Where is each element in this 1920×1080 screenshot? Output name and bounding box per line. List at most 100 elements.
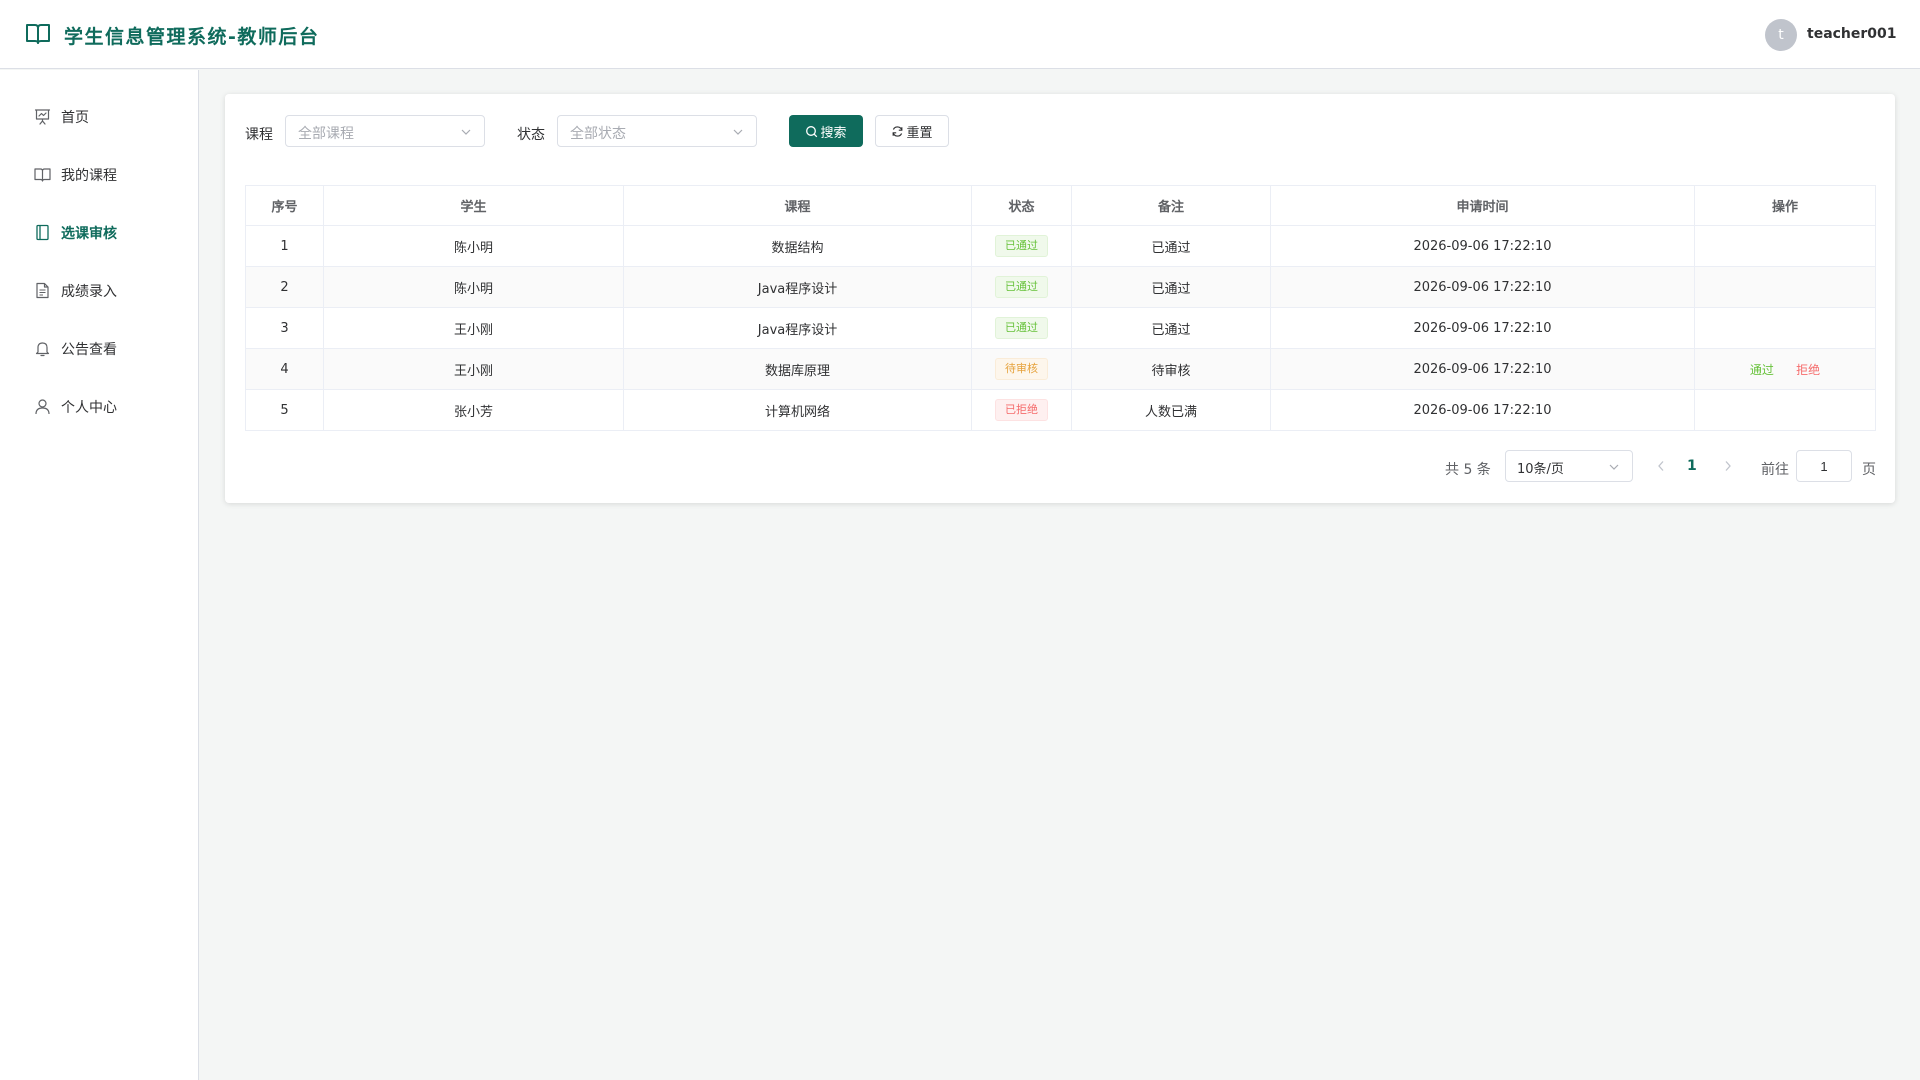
- page-size-value: 10条/页: [1517, 462, 1564, 477]
- refresh-icon: [893, 125, 903, 137]
- approve-link[interactable]: 通过: [1750, 363, 1774, 377]
- cell-status: 已通过: [971, 225, 1072, 267]
- book-icon: [34, 168, 51, 182]
- cell-remark: 已通过: [1071, 307, 1271, 349]
- presentation-icon: [34, 109, 51, 125]
- column-header: 申请时间: [1270, 185, 1695, 226]
- cell-student: 陈小明: [323, 225, 624, 267]
- course-select-placeholder: 全部课程: [298, 126, 354, 142]
- cell-index: 5: [245, 389, 324, 431]
- search-button-label: 搜索: [820, 125, 847, 141]
- cell-status: 已拒绝: [971, 389, 1072, 431]
- username[interactable]: teacher001: [1807, 26, 1897, 42]
- pagination-current-page[interactable]: 1: [1687, 458, 1697, 474]
- sidebar-item-label: 成绩录入: [61, 284, 117, 300]
- open-book-icon: [26, 24, 50, 44]
- status-select[interactable]: 全部状态: [557, 115, 757, 147]
- cell-index: 2: [245, 266, 324, 308]
- sidebar-item-profile[interactable]: 个人中心: [0, 377, 199, 435]
- chevron-left-icon[interactable]: [1656, 460, 1666, 472]
- cell-student: 王小刚: [323, 348, 624, 390]
- course-filter-label: 课程: [245, 127, 273, 143]
- table-row: 2 陈小明 Java程序设计 已通过 已通过 2026-09-06 17:22:…: [245, 266, 1876, 308]
- status-badge: 待审核: [995, 358, 1048, 380]
- chevron-down-icon: [733, 129, 743, 135]
- user-icon: [35, 399, 50, 415]
- cell-actions: [1694, 307, 1876, 349]
- pagination-goto-label: 前往: [1761, 462, 1789, 478]
- reject-link[interactable]: 拒绝: [1796, 363, 1820, 377]
- cell-index: 4: [245, 348, 324, 390]
- cell-student: 王小刚: [323, 307, 624, 349]
- document-icon: [36, 282, 49, 299]
- notebook-icon: [36, 224, 49, 241]
- sidebar-item-home[interactable]: 首页: [0, 87, 199, 145]
- search-button[interactable]: 搜索: [789, 115, 863, 147]
- chevron-down-icon: [1609, 464, 1619, 470]
- status-filter-label: 状态: [517, 127, 545, 143]
- status-badge: 已拒绝: [995, 399, 1048, 421]
- sidebar-item-label: 我的课程: [61, 168, 117, 184]
- chevron-down-icon: [461, 129, 471, 135]
- cell-student: 张小芳: [323, 389, 624, 431]
- pagination-total: 共 5 条: [1445, 462, 1491, 478]
- reset-button-label: 重置: [906, 125, 933, 141]
- cell-course: 数据结构: [623, 225, 972, 267]
- cell-remark: 已通过: [1071, 266, 1271, 308]
- main-card: 课程 全部课程 状态 全部状态 搜索 重置 序号 学生 课程 状态 备注 申请时…: [225, 94, 1895, 503]
- sidebar-item-label: 选课审核: [61, 226, 117, 242]
- cell-index: 1: [245, 225, 324, 267]
- table-row: 5 张小芳 计算机网络 已拒绝 人数已满 2026-09-06 17:22:10: [245, 389, 1876, 431]
- cell-time: 2026-09-06 17:22:10: [1270, 348, 1695, 390]
- cell-actions: [1694, 225, 1876, 267]
- avatar[interactable]: t: [1765, 19, 1797, 51]
- enrollment-table: 序号 学生 课程 状态 备注 申请时间 操作 1 陈小明 数据结构 已通过 已通…: [245, 185, 1876, 431]
- cell-actions: [1694, 389, 1876, 431]
- cell-time: 2026-09-06 17:22:10: [1270, 389, 1695, 431]
- table-header-row: 序号 学生 课程 状态 备注 申请时间 操作: [245, 185, 1876, 226]
- page-size-select[interactable]: 10条/页: [1505, 450, 1633, 482]
- cell-remark: 已通过: [1071, 225, 1271, 267]
- pagination-goto-input[interactable]: [1796, 450, 1852, 482]
- cell-status: 待审核: [971, 348, 1072, 390]
- sidebar-item-label: 公告查看: [61, 342, 117, 358]
- sidebar-item-announcements[interactable]: 公告查看: [0, 319, 199, 377]
- column-header: 备注: [1071, 185, 1271, 226]
- bell-icon: [35, 342, 50, 357]
- cell-remark: 待审核: [1071, 348, 1271, 390]
- app-title: 学生信息管理系统-教师后台: [64, 26, 320, 48]
- table-row: 1 陈小明 数据结构 已通过 已通过 2026-09-06 17:22:10: [245, 225, 1876, 267]
- sidebar-item-label: 个人中心: [61, 400, 117, 416]
- chevron-right-icon[interactable]: [1723, 460, 1733, 472]
- top-header: 学生信息管理系统-教师后台 t teacher001: [0, 0, 1920, 69]
- cell-actions: 通过 拒绝: [1694, 348, 1876, 390]
- sidebar-item-grade-entry[interactable]: 成绩录入: [0, 261, 199, 319]
- cell-status: 已通过: [971, 307, 1072, 349]
- table-row: 4 王小刚 数据库原理 待审核 待审核 2026-09-06 17:22:10 …: [245, 348, 1876, 390]
- sidebar-item-enrollment-review[interactable]: 选课审核: [0, 203, 199, 261]
- status-badge: 已通过: [995, 235, 1048, 257]
- cell-index: 3: [245, 307, 324, 349]
- cell-time: 2026-09-06 17:22:10: [1270, 307, 1695, 349]
- cell-course: Java程序设计: [623, 266, 972, 308]
- sidebar: 首页 我的课程 选课审核 成绩录入 公告查看 个人中心: [0, 70, 199, 1080]
- column-header: 课程: [623, 185, 972, 226]
- cell-remark: 人数已满: [1071, 389, 1271, 431]
- cell-actions: [1694, 266, 1876, 308]
- status-badge: 已通过: [995, 317, 1048, 339]
- cell-course: 数据库原理: [623, 348, 972, 390]
- sidebar-item-my-courses[interactable]: 我的课程: [0, 145, 199, 203]
- column-header: 序号: [245, 185, 324, 226]
- table-row: 3 王小刚 Java程序设计 已通过 已通过 2026-09-06 17:22:…: [245, 307, 1876, 349]
- cell-course: 计算机网络: [623, 389, 972, 431]
- column-header: 学生: [323, 185, 624, 226]
- column-header: 状态: [971, 185, 1072, 226]
- status-select-placeholder: 全部状态: [570, 126, 626, 142]
- cell-status: 已通过: [971, 266, 1072, 308]
- cell-time: 2026-09-06 17:22:10: [1270, 266, 1695, 308]
- status-badge: 已通过: [995, 276, 1048, 298]
- course-select[interactable]: 全部课程: [285, 115, 485, 147]
- cell-time: 2026-09-06 17:22:10: [1270, 225, 1695, 267]
- search-icon: [806, 125, 818, 137]
- reset-button[interactable]: 重置: [875, 115, 949, 147]
